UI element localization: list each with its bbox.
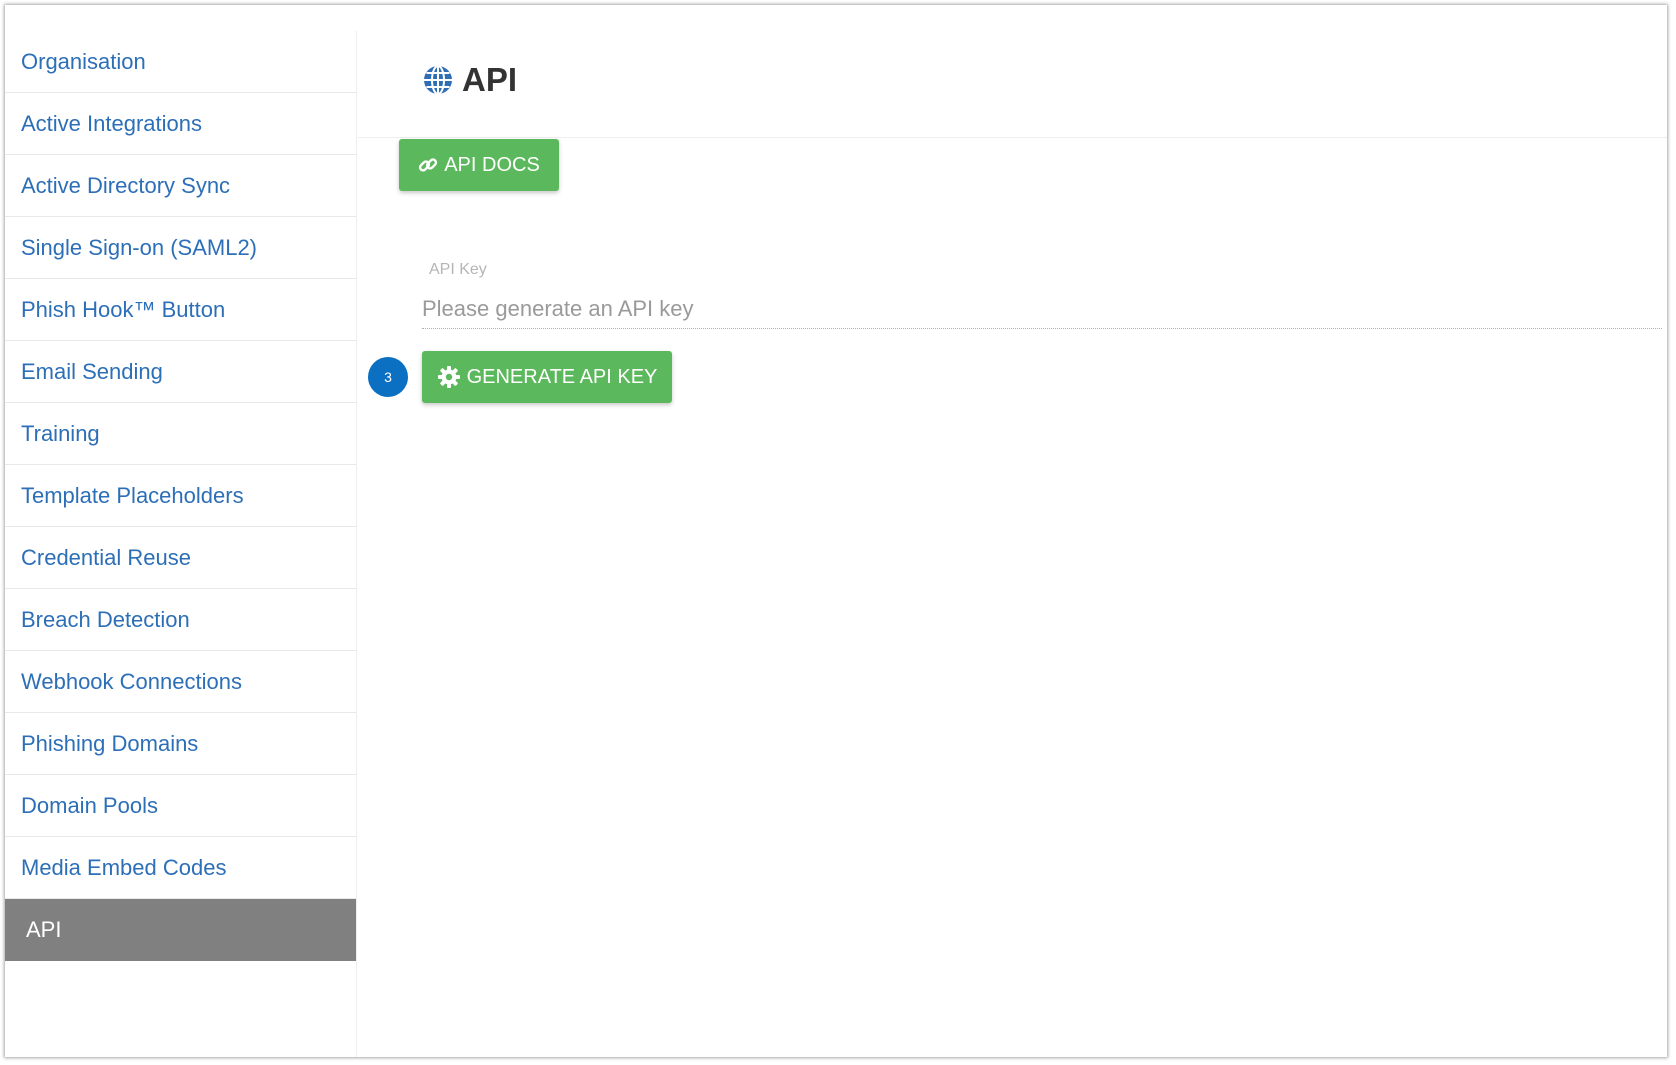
sidebar-item-media-embed-codes[interactable]: Media Embed Codes — [5, 837, 356, 899]
settings-sidebar: Organisation Active Integrations Active … — [5, 31, 357, 1057]
api-docs-button[interactable]: API DOCS — [399, 139, 559, 191]
sidebar-item-active-directory-sync[interactable]: Active Directory Sync — [5, 155, 356, 217]
sidebar-item-phishing-domains[interactable]: Phishing Domains — [5, 713, 356, 775]
main-content: API API DOCS API Key 3 — [358, 31, 1667, 1057]
page-header: API — [358, 31, 1667, 138]
globe-icon — [424, 65, 452, 95]
generate-api-key-label: GENERATE API KEY — [466, 365, 658, 388]
generate-api-key-button[interactable]: GENERATE API KEY — [422, 351, 672, 403]
sidebar-item-phish-hook-button[interactable]: Phish Hook™ Button — [5, 279, 356, 341]
sidebar-item-single-sign-on[interactable]: Single Sign-on (SAML2) — [5, 217, 356, 279]
api-docs-label: API DOCS — [444, 153, 540, 176]
app-window: Organisation Active Integrations Active … — [5, 5, 1667, 1057]
step-badge: 3 — [368, 357, 408, 397]
sidebar-item-api[interactable]: API — [5, 899, 356, 961]
sidebar-item-email-sending[interactable]: Email Sending — [5, 341, 356, 403]
sidebar-item-organisation[interactable]: Organisation — [5, 31, 356, 93]
sidebar-item-domain-pools[interactable]: Domain Pools — [5, 775, 356, 837]
page-title: API — [462, 61, 518, 98]
link-icon — [419, 158, 438, 172]
sidebar-item-breach-detection[interactable]: Breach Detection — [5, 589, 356, 651]
page-title-group: API — [422, 61, 517, 99]
sidebar-item-webhook-connections[interactable]: Webhook Connections — [5, 651, 356, 713]
sidebar-item-training[interactable]: Training — [5, 403, 356, 465]
sidebar-item-credential-reuse[interactable]: Credential Reuse — [5, 527, 356, 589]
sidebar-item-template-placeholders[interactable]: Template Placeholders — [5, 465, 356, 527]
sidebar-item-active-integrations[interactable]: Active Integrations — [5, 93, 356, 155]
api-key-input[interactable] — [422, 289, 1662, 329]
api-key-label: API Key — [429, 261, 487, 278]
gear-icon — [437, 366, 460, 388]
